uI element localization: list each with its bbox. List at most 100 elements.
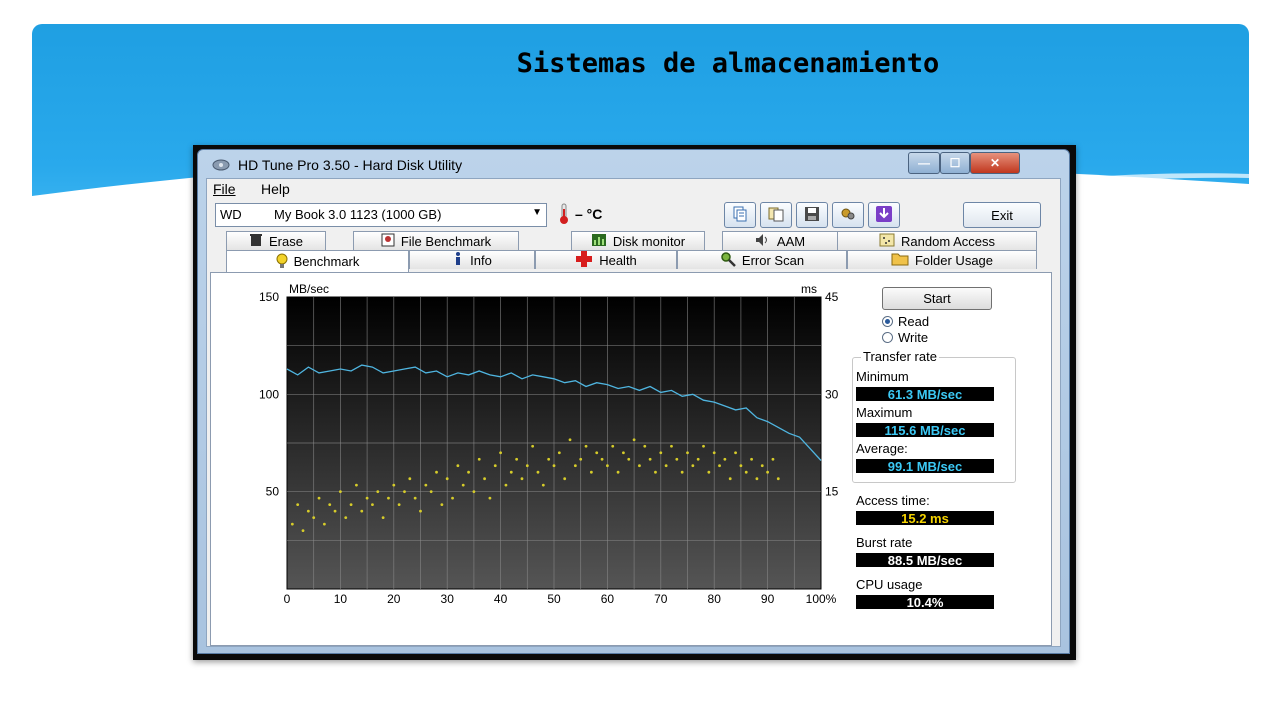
minimize-icon: — — [918, 156, 930, 170]
tab-info-label: Info — [470, 252, 492, 268]
read-radio[interactable]: Read — [882, 314, 929, 329]
access-time-point — [648, 457, 652, 461]
access-time-point — [691, 464, 695, 468]
access-time-point — [488, 496, 492, 500]
cpu-usage-value: 10.4% — [856, 595, 994, 610]
options-button[interactable] — [832, 202, 864, 228]
access-time-point — [622, 451, 625, 455]
tab-disk-monitor-label: Disk monitor — [612, 233, 686, 249]
tab-file-benchmark[interactable]: File Benchmark — [353, 231, 519, 250]
read-radio-label: Read — [898, 314, 930, 329]
access-time-point — [301, 529, 305, 532]
tab-disk-monitor[interactable]: Disk monitor — [571, 231, 705, 250]
x-tick-label: 90 — [761, 592, 775, 606]
access-time-point — [606, 464, 609, 468]
access-time-point — [659, 451, 663, 455]
access-time-point — [419, 509, 422, 513]
tab-info[interactable]: Info — [409, 250, 535, 269]
x-tick-label: 20 — [387, 592, 401, 606]
maximize-icon: ☐ — [949, 156, 961, 170]
y-right-tick-label: 30 — [825, 387, 839, 401]
access-time-point — [638, 464, 641, 468]
access-time-point — [728, 477, 732, 481]
y-left-tick-label: 50 — [266, 485, 280, 499]
x-tick-label: 60 — [601, 592, 615, 606]
exit-button[interactable]: Exit — [963, 202, 1041, 228]
close-button[interactable]: ✕ — [970, 152, 1020, 174]
drive-vendor: WD — [220, 207, 242, 222]
access-time-point — [504, 483, 508, 487]
y-left-tick-label: 100 — [259, 387, 279, 401]
access-time-point — [664, 464, 668, 468]
slide-title: Sistemas de almacenamiento — [516, 48, 940, 79]
access-time-point — [579, 457, 583, 461]
access-time-point — [595, 451, 599, 455]
tab-health-label: Health — [599, 252, 637, 268]
benchmark-chart: MB/sec ms 50 100 150 15 30 45 0 10 20 30 40 50 60 70 80 9… — [259, 282, 839, 606]
access-time-point — [520, 477, 524, 481]
access-time-point — [493, 464, 497, 468]
access-time-point — [355, 483, 358, 487]
access-time-point — [429, 490, 433, 494]
menu-bar: File Help — [207, 179, 1060, 199]
y-right-tick-label: 45 — [825, 290, 839, 304]
access-time-point — [472, 490, 476, 494]
download-button[interactable] — [868, 202, 900, 228]
copy-screenshot-button[interactable] — [760, 202, 792, 228]
access-time-point — [760, 464, 764, 468]
access-time-point — [387, 496, 390, 500]
access-time-point — [381, 516, 385, 520]
tab-health[interactable]: Health — [535, 250, 677, 269]
access-time-point — [600, 457, 604, 461]
access-time-point — [344, 516, 348, 520]
access-time-point — [306, 509, 310, 513]
access-time-point — [536, 470, 540, 474]
access-time-point — [440, 503, 444, 507]
access-time-point — [477, 457, 481, 461]
access-time-point — [461, 483, 465, 487]
x-tick-label: 10 — [334, 592, 348, 606]
access-time-point — [686, 451, 689, 455]
minimize-button[interactable]: — — [908, 152, 940, 174]
access-time-point — [339, 490, 342, 494]
access-time-point — [392, 483, 396, 487]
magnifier-icon — [720, 251, 736, 269]
access-time-point — [515, 457, 519, 461]
x-tick-label: 40 — [494, 592, 508, 606]
access-time-point — [397, 503, 401, 507]
copy-text-button[interactable] — [724, 202, 756, 228]
write-radio[interactable]: Write — [882, 330, 928, 345]
y-left-label: MB/sec — [289, 282, 329, 296]
close-icon: ✕ — [989, 156, 1001, 170]
cpu-usage-label: CPU usage — [856, 577, 923, 592]
start-button[interactable]: Start — [882, 287, 992, 310]
title-bar[interactable]: HD Tune Pro 3.50 - Hard Disk Utility — ☐… — [198, 150, 1069, 178]
access-time-point — [557, 451, 561, 455]
save-button[interactable] — [796, 202, 828, 228]
access-time-point — [654, 470, 657, 474]
tab-random-access[interactable]: Random Access — [837, 231, 1037, 250]
thermometer-icon — [558, 203, 570, 230]
menu-help[interactable]: Help — [261, 181, 290, 197]
tab-aam[interactable]: AAM — [722, 231, 838, 250]
access-time-point — [541, 483, 545, 487]
access-time-point — [349, 503, 353, 507]
options-icon — [840, 206, 856, 225]
access-time-point — [376, 490, 380, 494]
access-time-point — [424, 483, 428, 487]
lightbulb-icon — [276, 253, 288, 271]
tab-benchmark[interactable]: Benchmark — [226, 250, 409, 272]
file-benchmark-icon — [381, 233, 395, 249]
access-time-point — [771, 457, 775, 461]
app-disk-icon — [212, 158, 230, 176]
tab-error-scan[interactable]: Error Scan — [677, 250, 847, 269]
maximize-button[interactable]: ☐ — [940, 152, 970, 174]
tab-file-benchmark-label: File Benchmark — [400, 233, 492, 249]
access-time-point — [547, 457, 551, 461]
access-time-point — [616, 470, 620, 474]
menu-file[interactable]: File — [213, 181, 236, 197]
tab-folder-usage[interactable]: Folder Usage — [847, 250, 1037, 269]
drive-select[interactable]: WD My Book 3.0 1123 (1000 GB) ▼ — [215, 203, 547, 227]
tab-erase[interactable]: Erase — [226, 231, 326, 250]
access-time-point — [734, 451, 737, 455]
